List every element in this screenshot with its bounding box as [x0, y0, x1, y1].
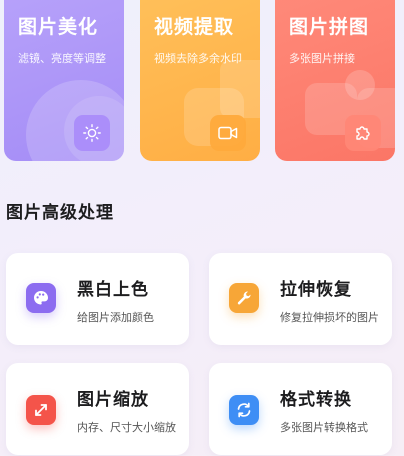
tool-subtitle: 内存、尺寸大小缩放 [77, 421, 176, 434]
tool-title: 格式转换 [280, 390, 352, 410]
tool-title: 拉伸恢复 [280, 280, 352, 300]
convert-refresh-icon [229, 395, 259, 425]
card-subtitle: 滤镜、亮度等调整 [18, 52, 106, 65]
video-camera-icon [210, 115, 246, 151]
stretch-restore-tool-card[interactable]: 拉伸恢复 修复拉伸损坏的图片 [209, 253, 392, 345]
section-title: 图片高级处理 [6, 203, 114, 223]
resize-arrows-icon [26, 395, 56, 425]
video-extract-card[interactable]: 视频提取 视频去除多余水印 [140, 0, 260, 161]
card-subtitle: 多张图片拼接 [289, 52, 355, 65]
card-title: 视频提取 [154, 16, 235, 38]
tool-subtitle: 修复拉伸损坏的图片 [280, 311, 379, 324]
tool-title: 图片缩放 [77, 390, 149, 410]
decorative-shape [220, 60, 260, 118]
palette-icon [26, 283, 56, 313]
tool-subtitle: 多张图片转换格式 [280, 421, 368, 434]
card-title: 图片拼图 [289, 16, 370, 38]
puzzle-piece-icon [345, 115, 381, 151]
card-title: 图片美化 [18, 16, 99, 38]
photo-beautify-card[interactable]: 图片美化 滤镜、亮度等调整 [4, 0, 124, 161]
image-resize-tool-card[interactable]: 图片缩放 内存、尺寸大小缩放 [6, 363, 189, 455]
tool-subtitle: 给图片添加颜色 [77, 311, 154, 324]
sun-brightness-icon [74, 115, 110, 151]
wrench-icon [229, 283, 259, 313]
tool-title: 黑白上色 [77, 280, 149, 300]
photo-collage-card[interactable]: 图片拼图 多张图片拼接 [275, 0, 395, 161]
card-subtitle: 视频去除多余水印 [154, 52, 242, 65]
colorize-tool-card[interactable]: 黑白上色 给图片添加颜色 [6, 253, 189, 345]
format-convert-tool-card[interactable]: 格式转换 多张图片转换格式 [209, 363, 392, 455]
